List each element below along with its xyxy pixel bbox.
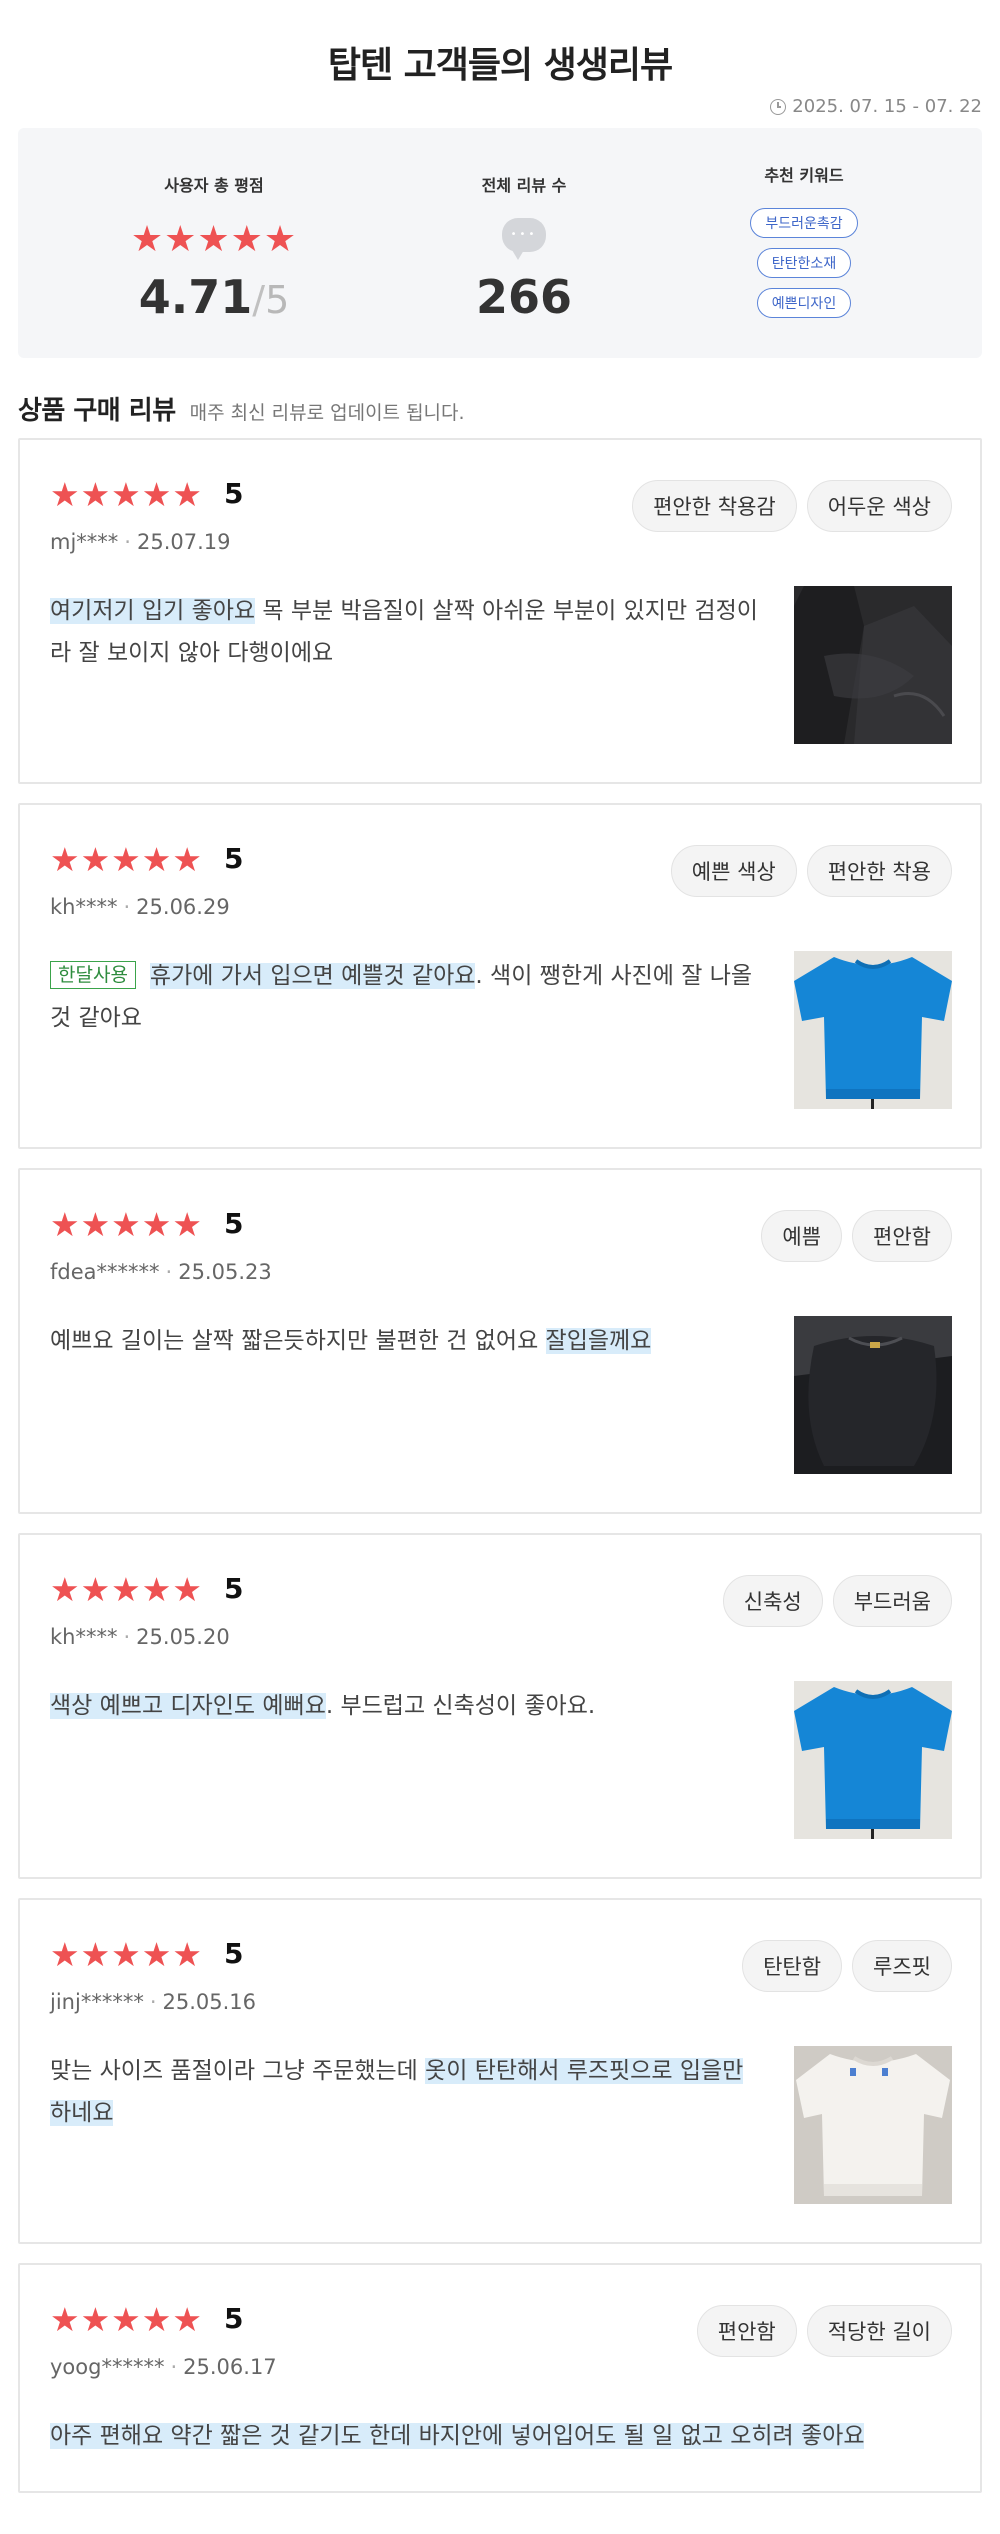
rating-label: 사용자 총 평점 — [164, 176, 264, 195]
review-date: 25.05.16 — [162, 1990, 257, 2014]
review-photo[interactable] — [794, 951, 952, 1109]
review-body: 예쁘요 길이는 살짝 짧은듯하지만 불편한 건 없어요 — [50, 1328, 546, 1354]
review-tag[interactable]: 편안함 — [852, 1210, 952, 1262]
date-range: 2025. 07. 15 - 07. 22 — [770, 96, 982, 117]
review-text: 예쁘요 길이는 살짝 짧은듯하지만 불편한 건 없어요 잘입을께요 — [50, 1320, 760, 1362]
review-count-summary: 전체 리뷰 수 ••• 266 — [404, 128, 644, 358]
review-stars-icon: ★★★★★ — [50, 1205, 203, 1244]
reviewer-id: fdea****** — [50, 1260, 160, 1284]
review-score: 5 — [224, 477, 244, 510]
page-title: 탑텐 고객들의 생생리뷰 — [327, 45, 673, 86]
review-text: 색상 예쁘고 디자인도 예뻐요. 부드럽고 신축성이 좋아요. — [50, 1685, 760, 1727]
review-tag[interactable]: 적당한 길이 — [806, 2305, 952, 2357]
reviewer-id: kh**** — [50, 895, 118, 919]
review-score: 5 — [224, 2302, 244, 2335]
review-tags: 편안함 적당한 길이 — [696, 2305, 952, 2357]
review-tag[interactable]: 편안한 착용감 — [632, 480, 797, 532]
reviewer-id: yoog****** — [50, 2355, 165, 2379]
keywords-label: 추천 키워드 — [764, 166, 844, 185]
review-meta: mj**** · 25.07.19 — [50, 530, 231, 554]
review-date: 25.06.29 — [136, 895, 230, 919]
review-stars-icon: ★★★★★ — [50, 2300, 203, 2339]
review-summary-panel: 사용자 총 평점 ★★★★★ 4.71/5 전체 리뷰 수 ••• 266 추천… — [18, 128, 982, 358]
review-meta: kh**** · 25.05.20 — [50, 1625, 230, 1649]
review-date: 25.05.23 — [178, 1260, 272, 1284]
review-highlight: 여기저기 입기 좋아요 — [50, 598, 256, 624]
review-highlight: 휴가에 가서 입으면 예쁠것 같아요 — [149, 963, 476, 989]
review-date: 25.07.19 — [136, 530, 231, 554]
review-tags: 예쁜 색상 편안한 착용 — [670, 845, 952, 897]
review-tags: 신축성 부드러움 — [722, 1575, 952, 1627]
review-tag[interactable]: 예쁜 색상 — [670, 845, 797, 897]
review-photo[interactable] — [794, 586, 952, 744]
review-tag[interactable]: 부드러움 — [832, 1575, 952, 1627]
review-text: 한달사용 휴가에 가서 입으면 예쁠것 같아요. 색이 쨍한게 사진에 잘 나올 … — [50, 955, 760, 1039]
section-header: 상품 구매 리뷰 매주 최신 리뷰로 업데이트 됩니다. — [18, 390, 465, 427]
review-photo[interactable] — [794, 1681, 952, 1839]
review-photo[interactable] — [794, 2046, 952, 2204]
review-date: 25.05.20 — [136, 1625, 230, 1649]
clock-icon — [770, 98, 787, 115]
section-subtitle: 매주 최신 리뷰로 업데이트 됩니다. — [189, 402, 465, 424]
review-card: ★★★★★ 5 kh**** · 25.06.29 예쁜 색상 편안한 착용 한달사… — [18, 803, 982, 1149]
review-photo[interactable] — [794, 1316, 952, 1474]
review-card: ★★★★★ 5 mj**** · 25.07.19 편안한 착용감 어두운 색상 여… — [18, 438, 982, 784]
review-score: 5 — [224, 1937, 244, 1970]
rating-summary: 사용자 총 평점 ★★★★★ 4.71/5 — [94, 128, 334, 358]
review-tags: 예쁨 편안함 — [761, 1210, 952, 1262]
review-date: 25.06.17 — [183, 2355, 277, 2379]
review-card: ★★★★★ 5 jinj****** · 25.05.16 탄탄함 루즈핏 맞는 사… — [18, 1898, 982, 2244]
review-score: 5 — [224, 1207, 244, 1240]
review-count-value: 266 — [475, 270, 573, 324]
review-stars-icon: ★★★★★ — [50, 1570, 203, 1609]
speech-bubble-icon: ••• — [502, 218, 546, 260]
review-score: 5 — [224, 1572, 244, 1605]
review-tags: 탄탄함 루즈핏 — [742, 1940, 952, 1992]
review-highlight: 아주 편해요 약간 짧은 것 같기도 한데 바지안에 넣어입어도 될 일 없고 … — [50, 2423, 865, 2449]
review-highlight: 잘입을께요 — [545, 1328, 652, 1354]
date-range-text: 2025. 07. 15 - 07. 22 — [792, 96, 982, 117]
review-meta: kh**** · 25.06.29 — [50, 895, 230, 919]
reviewer-id: kh**** — [50, 1625, 118, 1649]
review-tag[interactable]: 어두운 색상 — [806, 480, 952, 532]
section-title: 상품 구매 리뷰 — [18, 396, 176, 426]
review-tag[interactable]: 신축성 — [722, 1575, 823, 1627]
review-meta: yoog****** · 25.06.17 — [50, 2355, 277, 2379]
review-card: ★★★★★ 5 yoog****** · 25.06.17 편안함 적당한 길이 아… — [18, 2263, 982, 2493]
review-stars-icon: ★★★★★ — [50, 840, 203, 879]
review-tag[interactable]: 예쁨 — [761, 1210, 843, 1262]
review-stars-icon: ★★★★★ — [50, 1935, 203, 1974]
rating-value: 4.71/5 — [94, 274, 334, 320]
review-tag[interactable]: 편안한 착용 — [806, 845, 952, 897]
review-text: 여기저기 입기 좋아요 목 부분 박음질이 살짝 아쉬운 부분이 있지만 검정이… — [50, 590, 760, 674]
rating-separator: / — [252, 278, 266, 322]
review-text: 아주 편해요 약간 짧은 것 같기도 한데 바지안에 넣어입어도 될 일 없고 … — [50, 2415, 950, 2457]
review-card: ★★★★★ 5 fdea****** · 25.05.23 예쁨 편안함 예쁘요 길… — [18, 1168, 982, 1514]
review-card: ★★★★★ 5 kh**** · 25.05.20 신축성 부드러움 색상 예쁘고 … — [18, 1533, 982, 1879]
rating-stars-icon: ★★★★★ — [130, 219, 298, 260]
review-tags: 편안한 착용감 어두운 색상 — [632, 480, 952, 532]
rating-average: 4.71 — [138, 270, 253, 324]
review-highlight: 색상 예쁘고 디자인도 예뻐요 — [50, 1693, 326, 1719]
review-stars-icon: ★★★★★ — [50, 475, 203, 514]
keyword-pill[interactable]: 예쁜디자인 — [756, 288, 852, 318]
review-body: . 부드럽고 신축성이 좋아요. — [325, 1693, 596, 1719]
usage-badge: 한달사용 — [50, 961, 136, 989]
review-text: 맞는 사이즈 품절이라 그냥 주문했는데 옷이 탄탄해서 루즈핏으로 입을만하네… — [50, 2050, 760, 2134]
review-meta: jinj****** · 25.05.16 — [50, 1990, 257, 2014]
review-tag[interactable]: 탄탄함 — [742, 1940, 843, 1992]
review-meta: fdea****** · 25.05.23 — [50, 1260, 272, 1284]
review-tag[interactable]: 루즈핏 — [852, 1940, 952, 1992]
review-tag[interactable]: 편안함 — [696, 2305, 797, 2357]
keyword-pill[interactable]: 부드러운촉감 — [750, 208, 858, 238]
review-count-label: 전체 리뷰 수 — [481, 176, 567, 195]
reviewer-id: mj**** — [50, 530, 119, 554]
review-body: 맞는 사이즈 품절이라 그냥 주문했는데 — [50, 2058, 426, 2084]
rating-max: 5 — [265, 278, 290, 322]
review-score: 5 — [224, 842, 244, 875]
keyword-list: 부드러운촉감 탄탄한소재 예쁜디자인 — [684, 208, 924, 318]
reviewer-id: jinj****** — [50, 1990, 144, 2014]
keyword-summary: 추천 키워드 부드러운촉감 탄탄한소재 예쁜디자인 — [684, 128, 924, 358]
keyword-pill[interactable]: 탄탄한소재 — [756, 248, 852, 278]
